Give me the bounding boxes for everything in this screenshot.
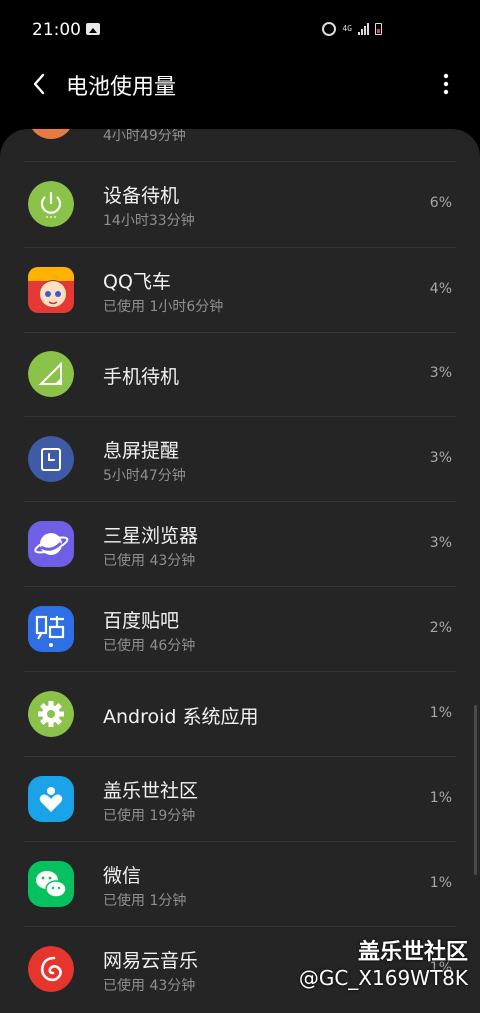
samsung-internet-icon (28, 521, 74, 567)
galaxy-community-icon (28, 776, 74, 822)
app-name: 盖乐世社区 (103, 780, 199, 802)
watermark-title: 盖乐世社区 (357, 940, 468, 965)
list-item-partial[interactable]: 4小时49分钟 (0, 129, 480, 161)
usage-percent: 3% (429, 535, 452, 551)
list-item-baidu-tieba[interactable]: 百度贴吧 已使用 46分钟 2% (0, 587, 480, 672)
page-title: 电池使用量 (66, 75, 177, 100)
status-time: 21:00 (32, 20, 81, 40)
list-item-samsung-internet[interactable]: 三星浏览器 已使用 43分钟 3% (0, 502, 480, 587)
usage-duration: 4小时49分钟 (103, 129, 186, 144)
status-icons: 4G (322, 22, 382, 36)
more-options-icon[interactable] (436, 72, 456, 96)
usage-duration: 14小时33分钟 (103, 213, 195, 229)
cell-signal-icon (28, 351, 74, 397)
usage-duration: 已使用 43分钟 (103, 978, 196, 994)
app-name: 设备待机 (103, 185, 180, 207)
list-item-always-on-display[interactable]: 息屏提醒 5小时47分钟 3% (0, 417, 480, 502)
battery-icon (375, 23, 382, 35)
usage-percent: 2% (429, 620, 452, 636)
qq-speed-app-icon (28, 267, 74, 313)
usage-percent: 3% (429, 365, 452, 381)
app-name: 网易云音乐 (103, 950, 199, 972)
usage-duration: 已使用 43分钟 (103, 553, 196, 569)
usage-percent: 4% (429, 281, 452, 297)
always-on-display-icon (28, 436, 74, 482)
app-name: 微信 (103, 865, 142, 887)
usage-duration: 已使用 46分钟 (103, 638, 196, 654)
app-name: 手机待机 (103, 366, 180, 388)
usage-duration: 已使用 1小时6分钟 (103, 299, 224, 315)
gallery-notification-icon (86, 23, 100, 35)
app-name: 百度贴吧 (103, 610, 180, 632)
usage-percent: 3% (429, 450, 452, 466)
usage-percent: 6% (429, 195, 452, 211)
list-item-wechat[interactable]: 微信 已使用 1分钟 1% (0, 842, 480, 927)
usage-percent: 1% (429, 790, 452, 806)
signal-strength-icon (358, 23, 369, 35)
usage-percent: 1% (429, 875, 452, 891)
netease-music-icon (28, 946, 74, 992)
usage-duration: 5小时47分钟 (103, 468, 186, 484)
list-item-phone-idle[interactable]: 手机待机 3% (0, 332, 480, 417)
app-name: 息屏提醒 (103, 440, 180, 462)
usage-percent: 1% (429, 705, 452, 721)
list-item-android-system[interactable]: Android 系统应用 1% (0, 672, 480, 757)
battery-usage-list: 4小时49分钟 设备待机 14小时33分钟 6% QQ飞车 已使用 1小时6分钟… (0, 129, 480, 1013)
app-name: QQ飞车 (103, 271, 171, 293)
power-icon (28, 181, 74, 227)
network-type-label: 4G (342, 24, 352, 33)
usage-duration: 已使用 19分钟 (103, 808, 196, 824)
watermark-username: @GC_X169WT8K (298, 966, 468, 990)
status-bar: 21:00 4G (0, 0, 480, 60)
baidu-tieba-icon (28, 606, 74, 652)
app-name: Android 系统应用 (103, 706, 259, 728)
app-name: 三星浏览器 (103, 525, 199, 547)
usage-duration: 已使用 1分钟 (103, 893, 187, 909)
wechat-icon (28, 861, 74, 907)
back-arrow-icon[interactable] (28, 72, 52, 96)
android-system-gear-icon (28, 691, 74, 737)
app-icon (28, 129, 74, 139)
app-bar: 电池使用量 (0, 60, 480, 108)
scrollbar[interactable] (474, 705, 477, 875)
list-item-device-idle[interactable]: 设备待机 14小时33分钟 6% (0, 162, 480, 247)
list-item-qq-speed[interactable]: QQ飞车 已使用 1小时6分钟 4% (0, 248, 480, 333)
alarm-icon (322, 22, 337, 36)
list-item-galaxy-community[interactable]: 盖乐世社区 已使用 19分钟 1% (0, 757, 480, 842)
